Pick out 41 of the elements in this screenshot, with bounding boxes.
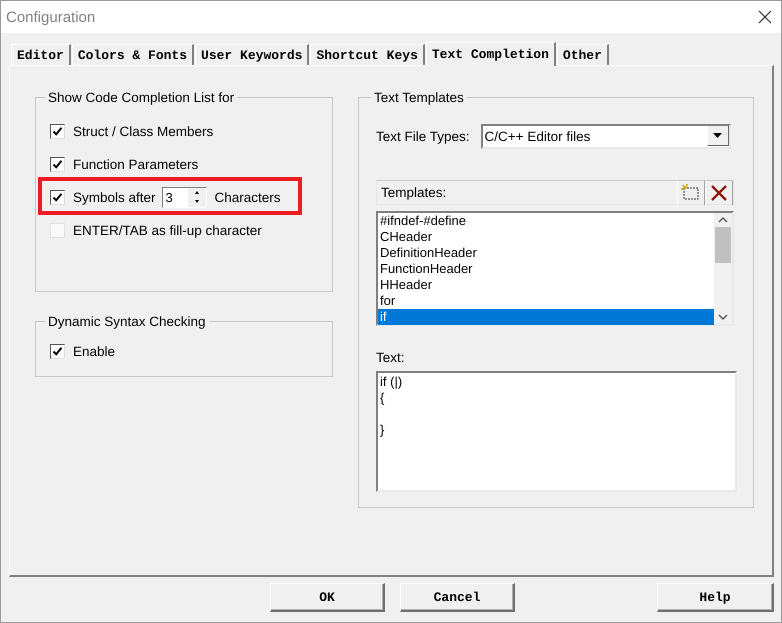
group-title: Dynamic Syntax Checking xyxy=(47,314,207,329)
dialog-button[interactable]: Cancel xyxy=(400,583,515,612)
option-label: Struct / Class Members xyxy=(73,124,214,139)
checkbox[interactable] xyxy=(50,344,65,359)
list-item[interactable]: FunctionHeader xyxy=(378,261,714,277)
dialog-button[interactable]: OK xyxy=(270,583,385,612)
checkbox[interactable] xyxy=(50,190,65,205)
delete-icon[interactable] xyxy=(705,180,733,204)
number-spinner[interactable]: 3 xyxy=(162,187,207,208)
tab[interactable]: Shortcut Keys xyxy=(310,44,425,65)
option-label: Function Parameters xyxy=(73,157,198,172)
option-label: Enable xyxy=(73,344,116,359)
list-item[interactable]: CHeader xyxy=(378,229,714,245)
new-item-icon[interactable] xyxy=(677,180,705,204)
list-item[interactable]: DefinitionHeader xyxy=(378,245,714,261)
field-label: Text: xyxy=(376,350,406,365)
option-label: Symbols after xyxy=(73,190,156,205)
list-item[interactable]: if xyxy=(378,309,714,325)
option-label: Characters xyxy=(214,190,281,205)
tab[interactable]: Text Completion xyxy=(426,42,556,66)
group-title: Text Templates xyxy=(373,90,465,105)
tab[interactable]: User Keywords xyxy=(195,44,310,65)
option-label: ENTER/TAB as fill-up character xyxy=(73,223,262,238)
group-title: Show Code Completion List for xyxy=(47,90,236,105)
text-editor-field[interactable]: if (|) { } xyxy=(376,371,737,492)
list-item[interactable]: #ifndef-#define xyxy=(378,213,714,229)
list-item[interactable]: for xyxy=(378,293,714,309)
tab[interactable]: Colors & Fonts xyxy=(72,44,194,65)
file-type-dropdown[interactable]: C/C++ Editor files xyxy=(480,124,731,148)
list-label: Templates: xyxy=(381,185,446,200)
list-item[interactable]: HHeader xyxy=(378,277,714,293)
checkbox[interactable] xyxy=(50,124,65,139)
checkbox[interactable] xyxy=(50,157,65,172)
tab[interactable]: Editor xyxy=(11,44,71,65)
dropdown-arrow-icon[interactable] xyxy=(713,133,722,138)
scrollbar[interactable] xyxy=(714,213,732,324)
window-title: Configuration xyxy=(6,8,96,26)
close-icon[interactable] xyxy=(757,9,773,25)
tab[interactable]: Other xyxy=(556,44,609,65)
field-label: Text File Types: xyxy=(376,128,470,144)
dialog-button[interactable]: Help xyxy=(657,583,774,612)
